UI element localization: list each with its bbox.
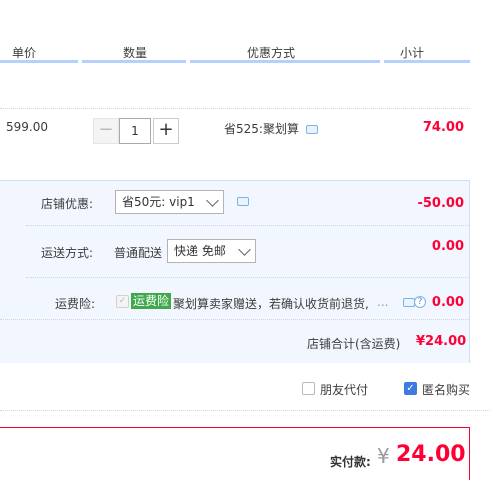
shop-discount-select[interactable]: 省50元: vip1: [115, 190, 224, 214]
friend-pay-checkbox[interactable]: [302, 382, 315, 395]
header-underline: [82, 60, 186, 63]
quantity-decrease-button[interactable]: −: [93, 118, 119, 144]
chevron-down-icon: [206, 194, 219, 207]
order-item-row: [0, 108, 470, 180]
shop-total-value: ¥24.00: [416, 334, 467, 349]
shipping-selected: 快递 免邮: [174, 244, 226, 258]
insurance-description: 聚划算卖家赠送，若确认收货前退货,: [173, 297, 369, 311]
shop-discount-value: -50.00: [417, 196, 464, 211]
insurance-label: 运费险:: [55, 297, 96, 311]
divider: [0, 410, 490, 411]
quantity-increase-button[interactable]: +: [153, 118, 179, 144]
header-quantity: 数量: [123, 46, 148, 60]
insurance-value: 0.00: [431, 295, 464, 310]
anonymous-checkbox[interactable]: ✓: [404, 382, 417, 395]
chat-bubble-icon[interactable]: [237, 197, 249, 206]
header-underline: [384, 60, 470, 63]
shop-discount-label: 店铺优惠:: [41, 197, 94, 211]
header-unit-price: 单价: [12, 46, 37, 60]
help-circle-icon[interactable]: ?: [414, 296, 426, 308]
item-promo-text: 省525:聚划算: [224, 122, 299, 136]
item-subtotal: 74.00: [422, 120, 464, 135]
shop-discount-selected: 省50元: vip1: [122, 195, 195, 209]
insurance-tag: 运费险: [131, 293, 172, 309]
insurance-checkbox[interactable]: ✓: [116, 295, 129, 308]
header-subtotal: 小计: [400, 46, 425, 60]
insurance-ellipsis: ...: [377, 295, 389, 309]
shop-total-label: 店铺合计(含运费): [307, 337, 401, 351]
payment-currency: ¥: [377, 444, 390, 468]
payment-amount: 24.00: [396, 442, 466, 467]
header-discount-method: 优惠方式: [247, 46, 296, 60]
shipping-select[interactable]: 快递 免邮: [167, 239, 256, 263]
item-unit-price: 599.00: [6, 120, 48, 134]
divider: [26, 277, 470, 278]
quantity-input[interactable]: 1: [119, 118, 151, 144]
chevron-down-icon: [238, 243, 251, 256]
shipping-method: 普通配送: [114, 246, 163, 260]
chat-bubble-icon[interactable]: [306, 125, 318, 134]
shipping-value: 0.00: [431, 239, 464, 254]
header-underline: [190, 60, 380, 63]
divider: [26, 225, 470, 226]
friend-pay-label[interactable]: 朋友代付: [320, 381, 368, 398]
header-underline: [0, 60, 78, 63]
anonymous-label[interactable]: 匿名购买: [422, 381, 470, 398]
payment-label: 实付款:: [330, 455, 371, 469]
check-icon: ✓: [406, 383, 415, 394]
shipping-label: 运送方式:: [41, 246, 94, 260]
divider: [0, 319, 470, 320]
